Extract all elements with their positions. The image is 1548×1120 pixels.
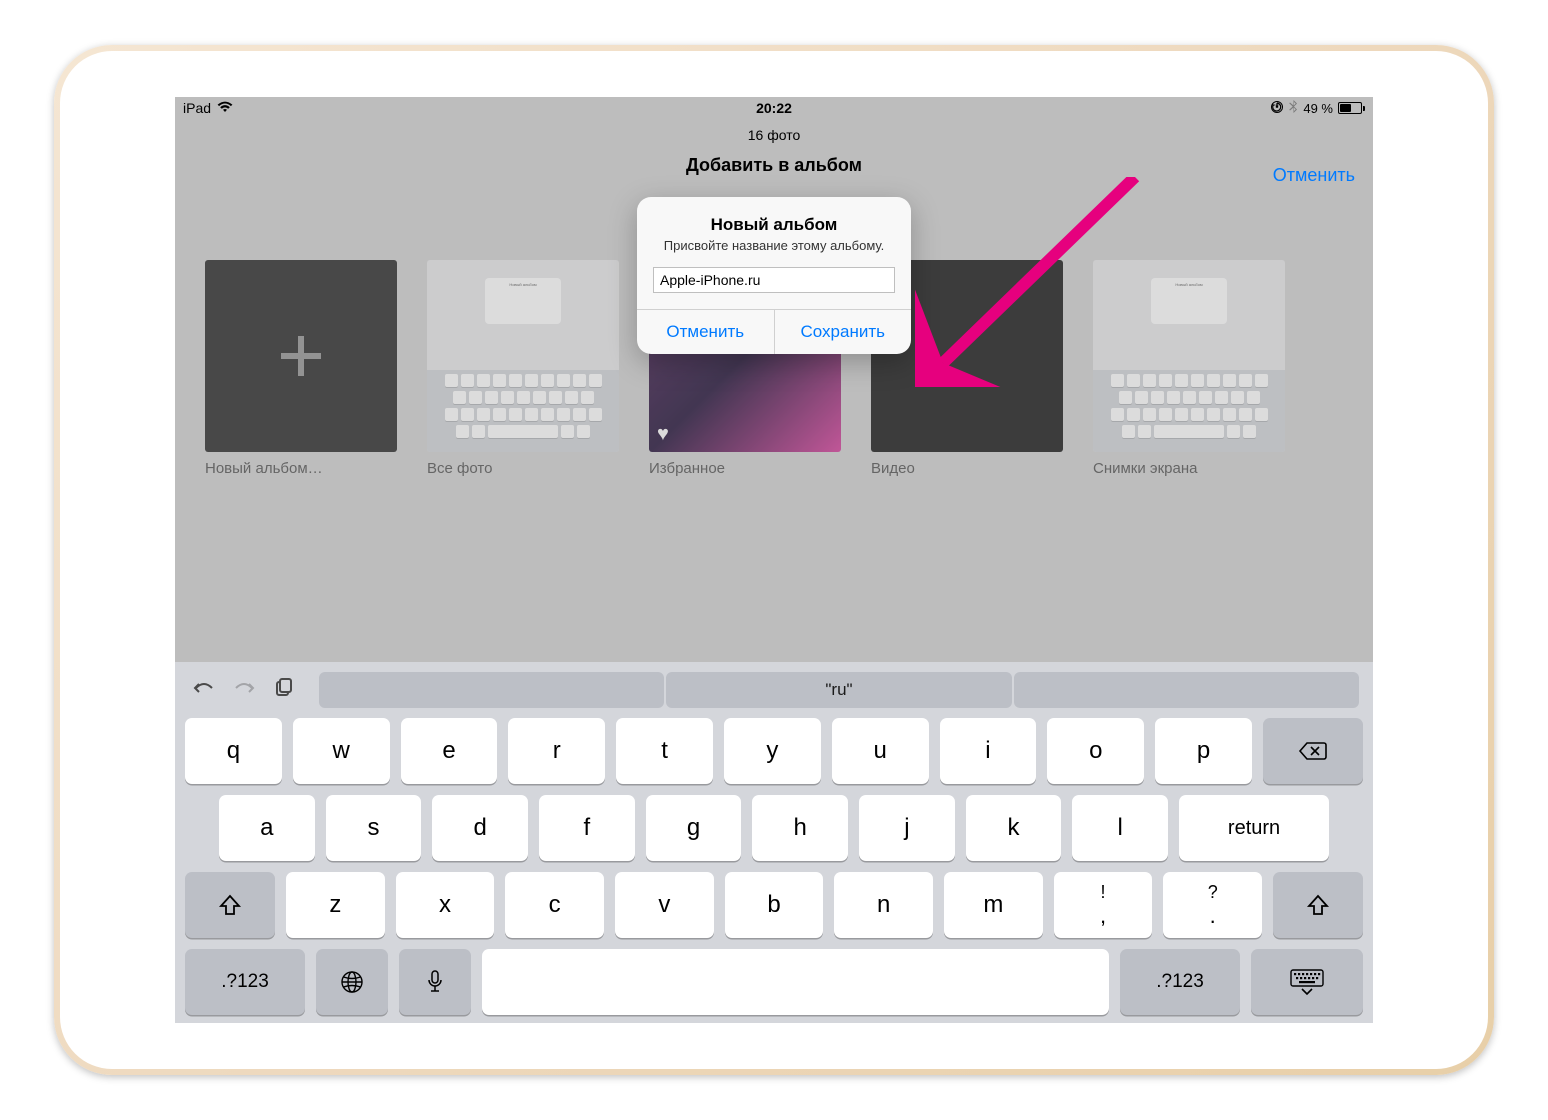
suggestion-1[interactable] <box>319 672 664 708</box>
album-all-photos[interactable]: Новый альбом Все фото <box>427 260 619 477</box>
key-g[interactable]: g <box>646 795 742 861</box>
key-shift-left[interactable] <box>185 872 275 938</box>
key-r[interactable]: r <box>508 718 605 784</box>
keyboard-row-4: .?123 .?123 <box>183 949 1365 1015</box>
bluetooth-icon <box>1289 100 1298 117</box>
key-space[interactable] <box>482 949 1109 1015</box>
key-numswitch-right[interactable]: .?123 <box>1120 949 1240 1015</box>
key-m[interactable]: m <box>944 872 1043 938</box>
ipad-bezel: iPad 20:22 49 % <box>60 51 1488 1069</box>
suggestion-2[interactable]: "ru" <box>666 672 1011 708</box>
ipad-frame: iPad 20:22 49 % <box>54 45 1494 1075</box>
redo-icon[interactable] <box>229 678 259 702</box>
key-e[interactable]: e <box>401 718 498 784</box>
key-l[interactable]: l <box>1072 795 1168 861</box>
wifi-icon <box>217 100 233 116</box>
cancel-button[interactable]: Отменить <box>1273 165 1355 186</box>
undo-icon[interactable] <box>189 678 219 702</box>
key-d[interactable]: d <box>432 795 528 861</box>
album-label: Видео <box>871 460 1063 477</box>
alert-save-button[interactable]: Сохранить <box>774 310 912 354</box>
keyboard-row-1: q w e r t y u i o p <box>183 718 1365 784</box>
key-j[interactable]: j <box>859 795 955 861</box>
key-b[interactable]: b <box>725 872 824 938</box>
key-p[interactable]: p <box>1155 718 1252 784</box>
key-k[interactable]: k <box>966 795 1062 861</box>
album-label: Избранное <box>649 460 841 477</box>
device-label: iPad <box>183 100 211 116</box>
alert-subtitle: Присвойте название этому альбому. <box>653 238 895 253</box>
header: 16 фото Добавить в альбом Отменить <box>175 119 1373 188</box>
key-s[interactable]: s <box>326 795 422 861</box>
alert-cancel-button[interactable]: Отменить <box>637 310 774 354</box>
key-globe[interactable] <box>316 949 388 1015</box>
alert-title: Новый альбом <box>653 215 895 235</box>
key-i[interactable]: i <box>940 718 1037 784</box>
album-thumb-new <box>205 260 397 452</box>
key-x[interactable]: x <box>396 872 495 938</box>
photo-count: 16 фото <box>175 127 1373 143</box>
page-title: Добавить в альбом <box>175 155 1373 176</box>
key-a[interactable]: a <box>219 795 315 861</box>
album-new[interactable]: Новый альбом… <box>205 260 397 477</box>
key-w[interactable]: w <box>293 718 390 784</box>
key-dictation[interactable] <box>399 949 471 1015</box>
album-label: Все фото <box>427 460 619 477</box>
battery-icon <box>1338 102 1365 114</box>
screen: iPad 20:22 49 % <box>175 97 1373 1023</box>
album-screenshots[interactable]: Новый альбом Снимки экрана <box>1093 260 1285 477</box>
key-h[interactable]: h <box>752 795 848 861</box>
key-numswitch-left[interactable]: .?123 <box>185 949 305 1015</box>
key-dismiss-keyboard[interactable] <box>1251 949 1363 1015</box>
key-c[interactable]: c <box>505 872 604 938</box>
keyboard-row-2: a s d f g h j k l return <box>183 795 1365 861</box>
album-label: Новый альбом… <box>205 460 397 477</box>
battery-percent: 49 % <box>1303 101 1333 116</box>
keyboard-row-3: z x c v b n m ! , ? . <box>183 872 1365 938</box>
clipboard-icon[interactable] <box>269 677 299 703</box>
album-name-input[interactable] <box>653 267 895 293</box>
key-z[interactable]: z <box>286 872 385 938</box>
key-v[interactable]: v <box>615 872 714 938</box>
key-comma[interactable]: ! , <box>1054 872 1153 938</box>
clock: 20:22 <box>756 100 792 116</box>
keyboard-toolbar: "ru" <box>183 668 1365 716</box>
key-shift-right[interactable] <box>1273 872 1363 938</box>
key-y[interactable]: y <box>724 718 821 784</box>
key-return[interactable]: return <box>1179 795 1329 861</box>
key-u[interactable]: u <box>832 718 929 784</box>
new-album-alert: Новый альбом Присвойте название этому ал… <box>637 197 911 354</box>
key-backspace[interactable] <box>1263 718 1363 784</box>
rotation-lock-icon <box>1270 100 1284 117</box>
key-n[interactable]: n <box>834 872 933 938</box>
status-bar: iPad 20:22 49 % <box>175 97 1373 119</box>
key-period[interactable]: ? . <box>1163 872 1262 938</box>
key-t[interactable]: t <box>616 718 713 784</box>
key-f[interactable]: f <box>539 795 635 861</box>
suggestion-3[interactable] <box>1014 672 1359 708</box>
heart-icon: ♥ <box>657 423 669 446</box>
album-thumb: Новый альбом <box>427 260 619 452</box>
album-label: Снимки экрана <box>1093 460 1285 477</box>
album-thumb: Новый альбом <box>1093 260 1285 452</box>
key-o[interactable]: o <box>1047 718 1144 784</box>
key-q[interactable]: q <box>185 718 282 784</box>
keyboard: "ru" q w e r t y u i o p <box>175 662 1373 1023</box>
